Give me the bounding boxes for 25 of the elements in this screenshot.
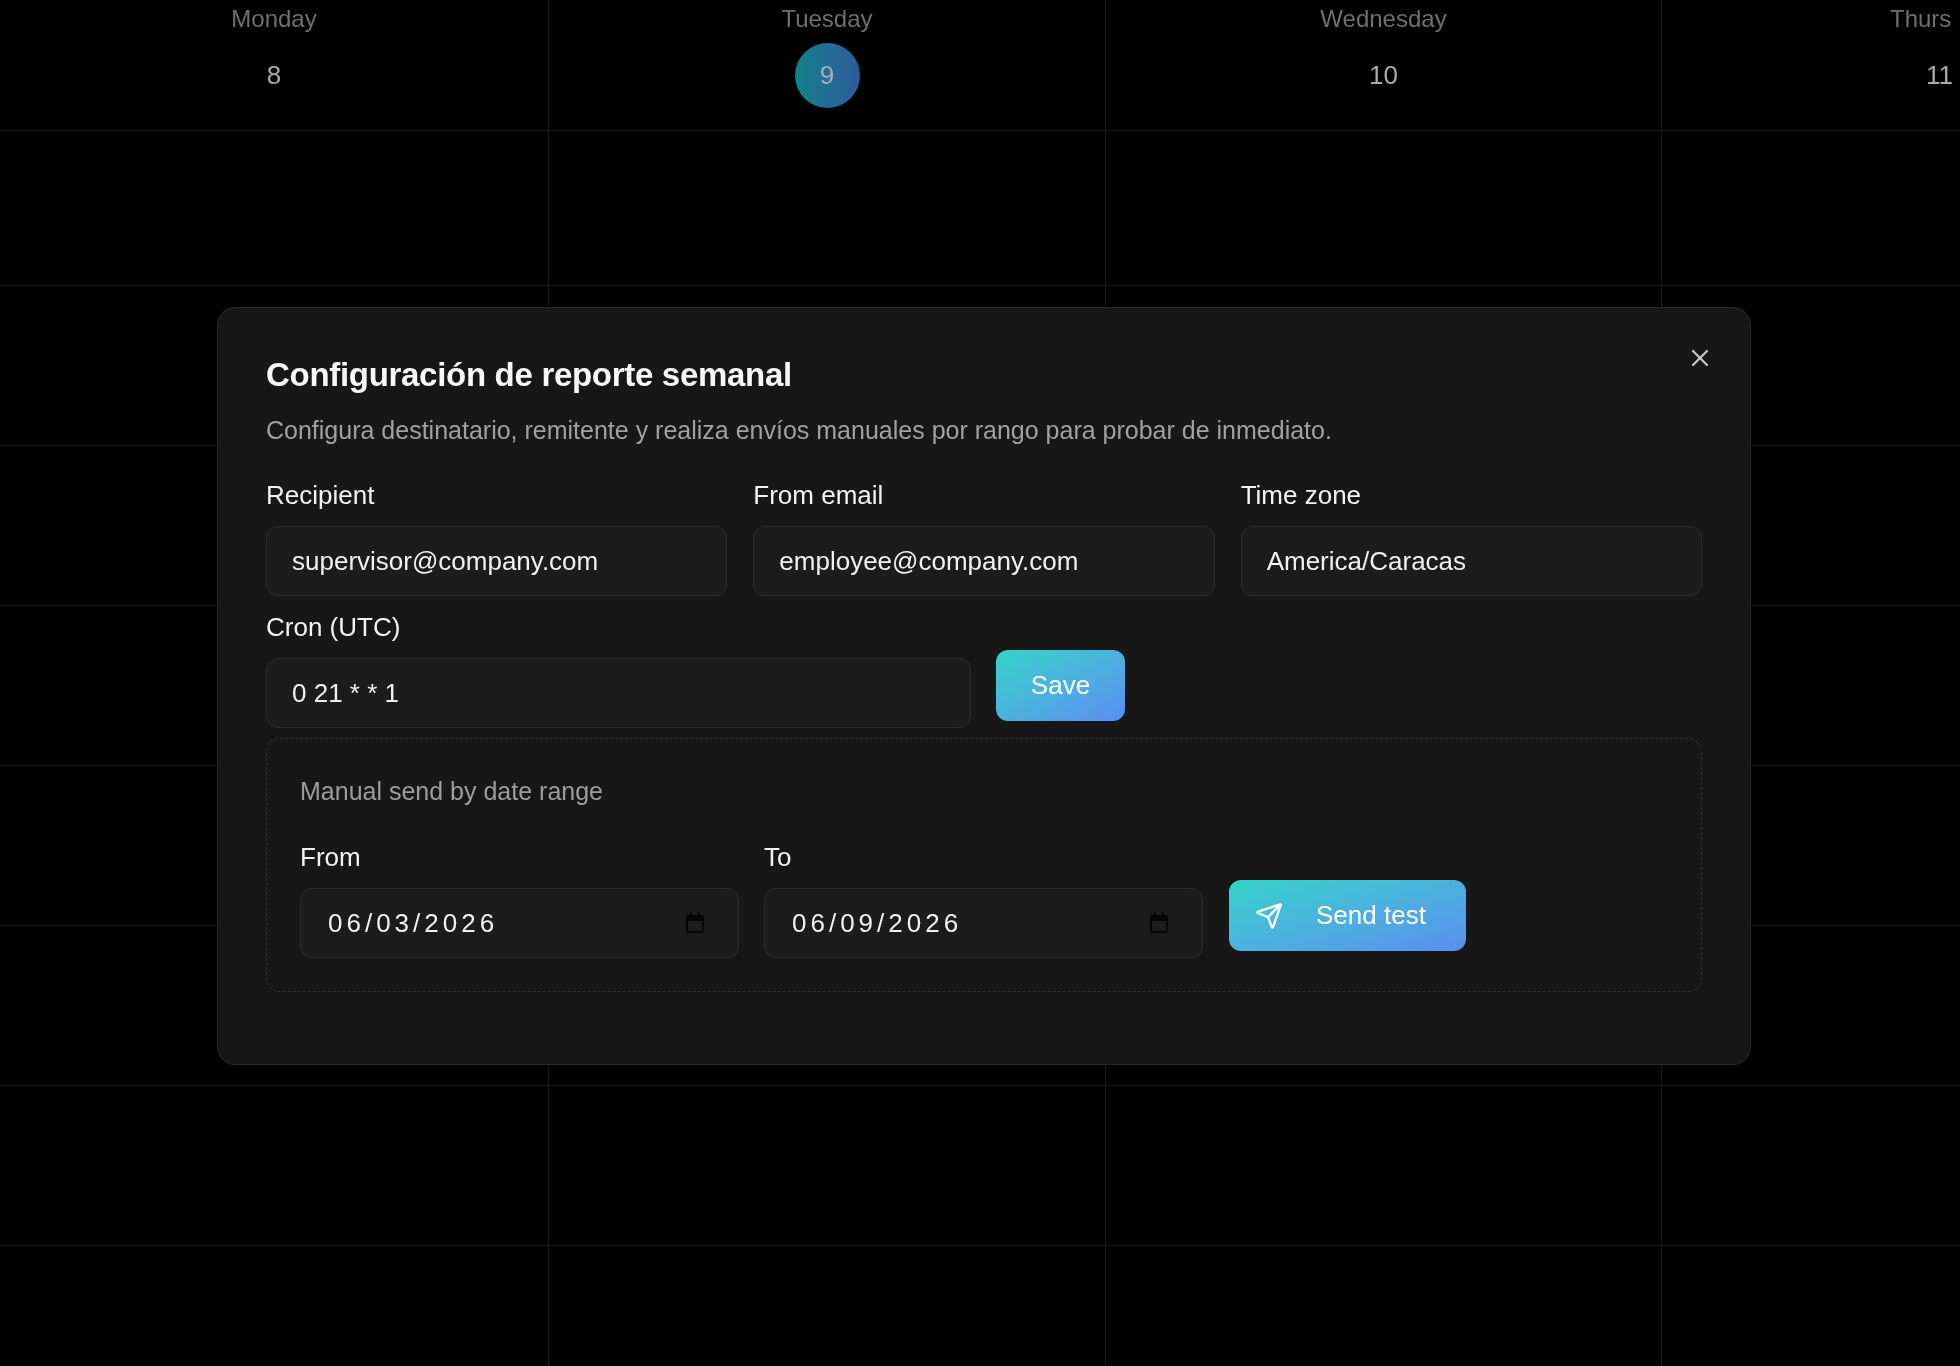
cron-input[interactable]: 0 21 * * 1 [266, 658, 971, 728]
field-label: From email [753, 479, 885, 511]
paper-plane-icon [1255, 901, 1283, 930]
date-input[interactable]: 06/09/2026 [764, 888, 1203, 958]
weekday-label: Thurs [1890, 4, 1952, 34]
text-input[interactable]: supervisor@company.com [266, 526, 728, 596]
field-label: From [300, 841, 362, 873]
date-number[interactable]: 8 [241, 43, 307, 108]
weekday-label: Monday [231, 4, 317, 34]
weekday-label: Tuesday [781, 4, 873, 34]
text-input[interactable]: employee@company.com [753, 526, 1215, 596]
calendar-icon[interactable] [686, 913, 704, 933]
dialog-title: Configuración de reporte semanal [266, 355, 793, 395]
weekday-label: Wednesday [1320, 4, 1447, 34]
calendar-icon[interactable] [1150, 913, 1168, 933]
section-title: Manual send by date range [300, 776, 604, 807]
field-label: Recipient [266, 479, 376, 511]
date-number[interactable]: 10 [1351, 43, 1416, 108]
field-label: Time zone [1240, 479, 1363, 511]
date-number[interactable]: 11 [1907, 43, 1960, 108]
dialog-description: Configura destinatario, remitente y realiza envíos manuales por rango para probar de inmediato. [266, 415, 1333, 446]
field-label: Cron (UTC) [266, 611, 402, 643]
field-label: To [764, 841, 793, 873]
date-input[interactable]: 06/03/2026 [300, 888, 739, 958]
text-input[interactable]: America/Caracas [1240, 526, 1702, 596]
